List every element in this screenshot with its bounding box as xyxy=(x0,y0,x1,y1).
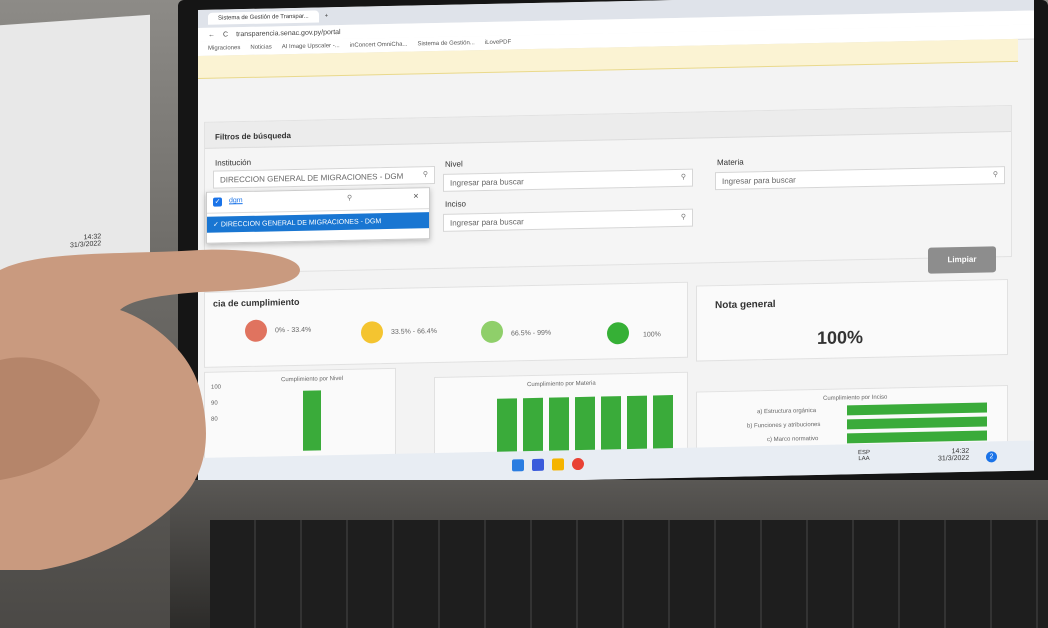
chrome-icon[interactable] xyxy=(572,457,584,471)
dropdown-search-text: dgm xyxy=(229,197,243,205)
nota-card: Nota general 100% xyxy=(696,279,1008,362)
search-icon: ⚲ xyxy=(992,171,998,179)
windows-start-icon[interactable] xyxy=(512,459,524,472)
chart-bar xyxy=(549,397,569,454)
filters-title: Filtros de búsqueda xyxy=(205,105,1011,149)
chat-icon[interactable] xyxy=(532,458,544,472)
chart-materia-title: Cumplimiento por Materia xyxy=(527,380,596,389)
institucion-field[interactable]: DIRECCION GENERAL DE MIGRACIONES - DGM ⚲ xyxy=(213,166,435,189)
checkbox-icon[interactable]: ✓ xyxy=(213,197,222,207)
search-icon: ⚲ xyxy=(680,173,686,181)
chart-inciso: Cumplimiento por Inciso a) Estructura or… xyxy=(696,385,1008,450)
institucion-value: DIRECCION GENERAL DE MIGRACIONES - DGM xyxy=(220,171,404,185)
url-text[interactable]: transparencia.senac.gov.py/portal xyxy=(236,29,341,38)
legend-range-3: 66.5% - 99% xyxy=(511,329,552,338)
language-indicator[interactable]: ESP LAA xyxy=(858,450,870,462)
bookmark-item[interactable]: Migraciones xyxy=(208,45,240,52)
back-icon[interactable]: ← xyxy=(208,31,215,38)
legend-dot-green xyxy=(607,321,629,345)
search-icon: ⚲ xyxy=(347,194,353,202)
chart-bar xyxy=(575,396,595,454)
nivel-field[interactable]: Ingresar para buscar ⚲ xyxy=(443,168,693,192)
chart-materia: Cumplimiento por Materia xyxy=(434,371,688,456)
chart-bar xyxy=(497,398,517,455)
chart-bar xyxy=(303,390,321,451)
pointing-hand xyxy=(0,249,300,570)
institucion-label: Institución xyxy=(215,157,252,168)
legend-dot-lightgreen xyxy=(481,320,503,344)
taskbar-clock[interactable]: 14:32 31/3/2022 xyxy=(938,448,969,463)
inciso-label: Inciso xyxy=(445,199,466,209)
chart-inciso-title: Cumplimiento por Inciso xyxy=(823,394,888,402)
nivel-label: Nivel xyxy=(445,159,463,169)
materia-placeholder: Ingresar para buscar xyxy=(722,175,796,187)
chart-bar xyxy=(601,396,621,453)
browser-tab[interactable]: Sistema de Gestión de Transpar... xyxy=(208,10,319,25)
taskbar-date: 31/3/2022 xyxy=(938,454,970,463)
dropdown-search[interactable]: ✓ dgm ⚲ ✕ xyxy=(207,188,429,214)
inciso-bar-label: a) Estructura orgánica xyxy=(757,408,817,416)
check-icon: ✓ xyxy=(213,221,221,229)
search-icon: ⚲ xyxy=(680,213,686,221)
new-tab-icon[interactable]: + xyxy=(325,13,329,19)
dropdown-option[interactable]: ✓ DIRECCION GENERAL DE MIGRACIONES - DGM xyxy=(207,212,429,233)
clear-button[interactable]: Limpiar xyxy=(928,246,996,274)
reload-icon[interactable]: C xyxy=(223,31,228,38)
dropdown-option-label: DIRECCION GENERAL DE MIGRACIONES - DGM xyxy=(220,218,382,229)
bookmark-item[interactable]: AI Image Upscaler -... xyxy=(282,43,340,50)
close-icon[interactable]: ✕ xyxy=(413,192,419,200)
legend-dot-yellow xyxy=(361,321,383,344)
bookmark-item[interactable]: iLovePDF xyxy=(485,39,511,46)
bookmark-item[interactable]: inConcert OmniCha... xyxy=(350,42,408,49)
chart-bar xyxy=(847,416,987,430)
legend-range-4: 100% xyxy=(643,331,661,339)
file-explorer-icon[interactable] xyxy=(552,458,564,471)
chart-bar xyxy=(847,402,987,416)
chart-bar xyxy=(653,395,673,452)
nota-title: Nota general xyxy=(715,298,776,312)
keyboard xyxy=(210,520,1048,628)
institucion-dropdown: ✓ dgm ⚲ ✕ ✓ DIRECCION GENERAL DE MIGRACI… xyxy=(206,187,430,244)
inciso-placeholder: Ingresar para buscar xyxy=(450,217,524,228)
notification-badge[interactable]: 2 xyxy=(986,451,997,463)
inciso-bar-label: c) Marco normativo xyxy=(767,436,819,444)
inciso-field[interactable]: Ingresar para buscar ⚲ xyxy=(443,208,693,232)
materia-field[interactable]: Ingresar para buscar ⚲ xyxy=(715,166,1005,191)
legend-range-2: 33.5% - 66.4% xyxy=(391,327,437,336)
laptop-screen: Sistema de Gestión de Transpar... + ← C … xyxy=(198,0,1034,489)
inciso-bar-label: b) Funciones y atribuciones xyxy=(747,421,821,430)
keyboard-layout: LAA xyxy=(858,455,870,463)
nota-value: 100% xyxy=(817,327,864,349)
nivel-placeholder: Ingresar para buscar xyxy=(450,177,524,188)
search-icon: ⚲ xyxy=(422,171,428,179)
chart-bar xyxy=(523,397,543,455)
bookmark-item[interactable]: Noticias xyxy=(250,44,271,50)
chart-bar xyxy=(627,395,647,453)
bookmark-item[interactable]: Sistema de Gestión... xyxy=(417,40,474,47)
materia-label: Materia xyxy=(717,157,744,168)
